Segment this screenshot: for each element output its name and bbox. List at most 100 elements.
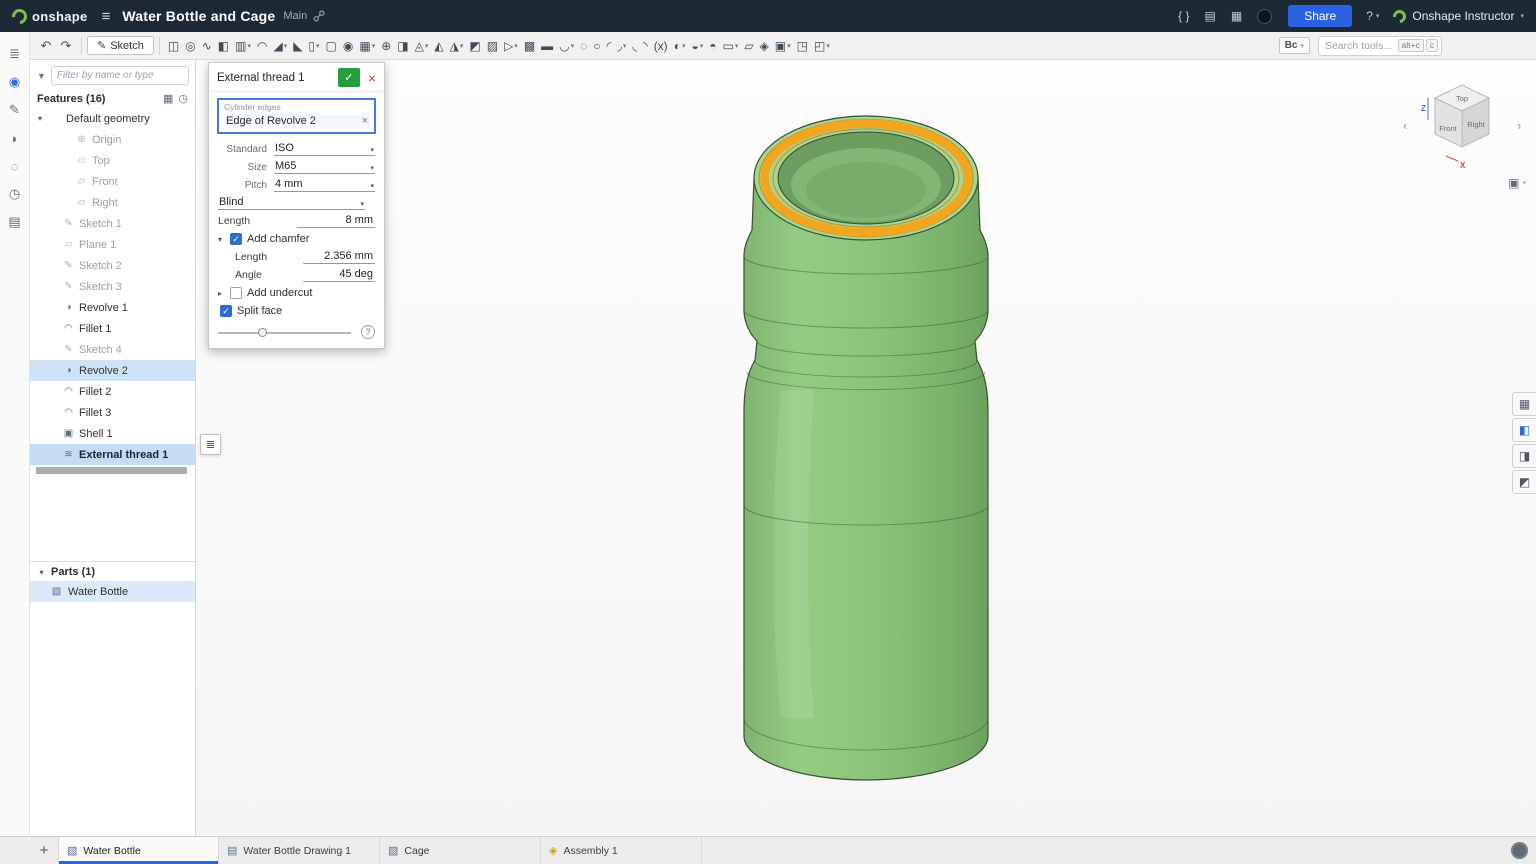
feature-item-plane-1[interactable]: ▱ Plane 1: [30, 234, 195, 255]
feature-item-fillet-2[interactable]: ◠ Fillet 2: [30, 381, 195, 402]
user-menu[interactable]: Onshape Instructor ▾: [1390, 6, 1524, 26]
split-face-checkbox[interactable]: ✓: [220, 305, 232, 317]
replace-face-icon[interactable]: ▩: [521, 34, 538, 58]
feature-item-external-thread-1[interactable]: ≋ External thread 1: [30, 444, 195, 465]
bridging-curve-icon[interactable]: ◝: [640, 34, 651, 58]
bottle-model[interactable]: [743, 115, 989, 781]
onshape-logo[interactable]: onshape: [8, 5, 88, 27]
follow-mode-icon[interactable]: ◉: [1, 68, 29, 96]
standard-select[interactable]: ISO ▾: [274, 142, 375, 156]
edit-appearance-icon[interactable]: ✎: [1, 96, 29, 124]
view-settings-icon[interactable]: ◧: [1512, 418, 1536, 442]
expander-icon[interactable]: ▾: [35, 114, 45, 123]
feature-item-sketch-2[interactable]: ✎ Sketch 2: [30, 255, 195, 276]
move-face-icon[interactable]: ▷ ▾: [501, 34, 521, 58]
part-item-water-bottle[interactable]: ▧ Water Bottle: [30, 581, 195, 602]
sketch-button[interactable]: ✎ Sketch: [87, 36, 154, 55]
redo-button[interactable]: ↷: [56, 35, 76, 57]
learning-badge-icon[interactable]: [1257, 8, 1273, 24]
draft-icon[interactable]: ◣: [290, 34, 305, 58]
feature-item-right[interactable]: ▱ Right: [30, 192, 195, 213]
named-views-icon[interactable]: ◰ ▾: [811, 34, 833, 58]
tab-water-bottle[interactable]: ▧ Water Bottle: [58, 837, 219, 864]
revolve-icon[interactable]: ◎: [182, 34, 198, 58]
feature-item-revolve-1[interactable]: ◑ Revolve 1: [30, 297, 195, 318]
feature-item-front[interactable]: ▱ Front: [30, 171, 195, 192]
rib-icon[interactable]: ▯ ▾: [305, 34, 322, 58]
delete-face-icon[interactable]: ▬: [538, 34, 556, 58]
circular-pattern-icon[interactable]: ⊕: [378, 34, 394, 58]
extrude-icon[interactable]: ◫: [165, 34, 182, 58]
expander-icon[interactable]: ▾: [218, 235, 228, 244]
feature-item-sketch-4[interactable]: ✎ Sketch 4: [30, 339, 195, 360]
point-icon[interactable]: ○: [590, 34, 603, 58]
rotate-left-icon[interactable]: ‹: [1403, 118, 1407, 133]
tab-water-bottle-drawing-1[interactable]: ▤ Water Bottle Drawing 1: [219, 837, 380, 864]
fill-surface-icon[interactable]: ▨: [484, 34, 501, 58]
add-chamfer-checkbox[interactable]: ✓: [230, 233, 242, 245]
render-options-icon[interactable]: ▦: [1512, 392, 1536, 416]
feature-item-top[interactable]: ▱ Top: [30, 150, 195, 171]
remove-selection-icon[interactable]: ×: [362, 115, 368, 127]
fillet-icon[interactable]: ◠: [254, 34, 270, 58]
assembly-context-icon[interactable]: ◈: [757, 34, 772, 58]
create-folder-icon[interactable]: ▦: [163, 92, 173, 105]
view-cube[interactable]: ‹ › Top Front Right Z X ▣ ▾: [1400, 68, 1528, 190]
document-report-icon[interactable]: ▤: [1205, 9, 1216, 23]
flange-icon[interactable]: ◓: [706, 34, 719, 58]
feature-item-sketch-3[interactable]: ✎ Sketch 3: [30, 276, 195, 297]
dialog-help-button[interactable]: ?: [361, 325, 375, 339]
offset-surface-icon[interactable]: ◩: [466, 34, 483, 58]
loft-icon[interactable]: ◧: [215, 34, 232, 58]
feature-list-toggle[interactable]: ≣: [200, 434, 221, 455]
document-menu-icon[interactable]: ≡: [102, 8, 111, 25]
hole-icon[interactable]: ◉: [340, 34, 356, 58]
notes-icon[interactable]: ▤: [1, 208, 29, 236]
pitch-select[interactable]: 4 mm ▾: [274, 178, 375, 192]
add-undercut-checkbox[interactable]: [230, 287, 242, 299]
appearance-icon[interactable]: ▣ ▾: [772, 34, 794, 58]
measure-icon[interactable]: ▱: [741, 34, 756, 58]
composite-curve-icon[interactable]: ◞ ▾: [614, 34, 629, 58]
feature-list-icon[interactable]: ≣: [1, 40, 29, 68]
opacity-slider[interactable]: [218, 326, 351, 339]
share-button[interactable]: Share: [1288, 5, 1353, 27]
thicken-icon[interactable]: ▥ ▾: [232, 34, 254, 58]
integrations-icon[interactable]: ◌: [1, 152, 29, 180]
feature-list-scrollbar[interactable]: [36, 467, 187, 474]
link-icon[interactable]: [313, 10, 325, 22]
chamfer-icon[interactable]: ◢ ▾: [270, 34, 290, 58]
featurescript-icon[interactable]: { }: [1178, 9, 1189, 23]
tab-assembly-1[interactable]: ◈ Assembly 1: [541, 837, 702, 864]
undo-button[interactable]: ↶: [36, 35, 56, 57]
sheet-metal-icon[interactable]: ◒ ▾: [688, 34, 706, 58]
variable-studio-icon[interactable]: ◐ ▾: [671, 34, 689, 58]
selection-item[interactable]: Edge of Revolve 2 ×: [224, 114, 370, 128]
comments-icon[interactable]: ◗: [1, 124, 29, 152]
projected-curve-icon[interactable]: ◟: [629, 34, 640, 58]
rotate-right-icon[interactable]: ›: [1517, 118, 1521, 133]
transform-icon[interactable]: ◮ ▾: [447, 34, 467, 58]
cancel-button[interactable]: ×: [368, 71, 376, 85]
expander-icon[interactable]: ▾: [37, 568, 46, 577]
linear-pattern-icon[interactable]: ▦ ▾: [356, 34, 378, 58]
boolean-icon[interactable]: ◬ ▾: [412, 34, 432, 58]
feature-item-sketch-1[interactable]: ✎ Sketch 1: [30, 213, 195, 234]
dialog-titlebar[interactable]: External thread 1 ✓ ×: [209, 63, 384, 92]
parts-header[interactable]: ▾ Parts (1): [30, 562, 195, 581]
help-menu[interactable]: ? ▾: [1366, 9, 1379, 23]
cylinder-edges-selection-box[interactable]: Cylinder edges Edge of Revolve 2 ×: [217, 98, 376, 134]
shell-icon[interactable]: ▢: [323, 34, 340, 58]
measure-panel-icon[interactable]: ◩: [1512, 470, 1536, 494]
chamfer-angle-input[interactable]: 45 deg: [303, 268, 375, 282]
feature-item-fillet-1[interactable]: ◠ Fillet 1: [30, 318, 195, 339]
assistant-badge[interactable]: [1511, 842, 1528, 859]
helix-icon[interactable]: ◌: [577, 34, 590, 58]
mirror-icon[interactable]: ◨: [394, 34, 411, 58]
app-store-icon[interactable]: ▦: [1231, 9, 1242, 23]
sweep-icon[interactable]: ∿: [199, 34, 215, 58]
curve-icon[interactable]: ◜: [604, 34, 615, 58]
feature-item-fillet-3[interactable]: ◠ Fillet 3: [30, 402, 195, 423]
chamfer-length-input[interactable]: 2.356 mm: [303, 250, 375, 264]
filter-icon[interactable]: ▼: [37, 71, 46, 81]
